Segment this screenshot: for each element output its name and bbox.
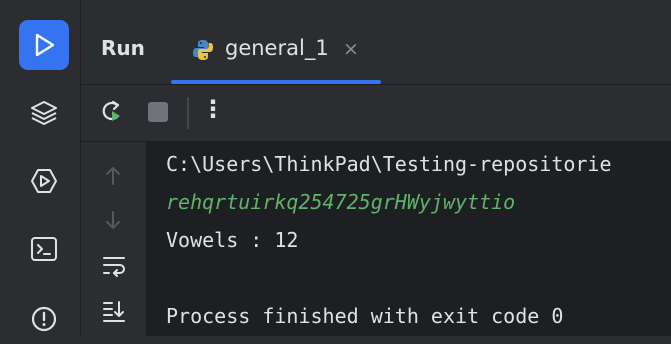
services-icon (31, 169, 57, 193)
problems-tool-button[interactable] (19, 294, 69, 344)
close-icon[interactable]: × (343, 38, 359, 60)
stop-button[interactable] (145, 99, 171, 125)
arrow-down-icon[interactable] (101, 208, 125, 236)
layers-icon (31, 101, 57, 125)
soft-wrap-icon[interactable] (101, 252, 127, 282)
run-icon (35, 33, 55, 57)
terminal-icon (31, 237, 57, 261)
console-command-line: C:\Users\ThinkPad\Testing-repositorie (166, 152, 612, 176)
run-toolbar: ⋮ (81, 85, 671, 142)
scroll-to-end-icon[interactable] (101, 298, 127, 328)
problems-icon (31, 306, 57, 332)
tool-window-bar (0, 0, 81, 336)
rerun-icon (102, 100, 120, 121)
toolbar-separator (187, 97, 189, 129)
tab-general-1[interactable]: general_1 × (171, 20, 381, 84)
console-gutter (81, 142, 145, 336)
console-output-line: Vowels : 12 (166, 228, 299, 252)
arrow-up-icon[interactable] (101, 164, 125, 192)
terminal-tool-button[interactable] (19, 224, 69, 274)
console-output[interactable]: C:\Users\ThinkPad\Testing-repositorie re… (146, 142, 671, 336)
console-exit-line: Process finished with exit code 0 (166, 304, 564, 328)
layers-tool-button[interactable] (19, 88, 69, 138)
tab-label: general_1 (225, 36, 329, 60)
run-tool-button[interactable] (19, 20, 69, 70)
run-header: Run general_1 × (81, 0, 671, 85)
rerun-button[interactable] (97, 97, 127, 127)
stop-icon (148, 102, 168, 122)
tab-active-indicator (171, 80, 381, 84)
panel-title: Run (101, 36, 145, 60)
console-user-input: rehqrtuirkq254725grHWyjwyttio (166, 190, 516, 214)
more-options-button[interactable]: ⋮ (201, 95, 225, 123)
python-icon (191, 38, 215, 66)
services-tool-button[interactable] (19, 156, 69, 206)
